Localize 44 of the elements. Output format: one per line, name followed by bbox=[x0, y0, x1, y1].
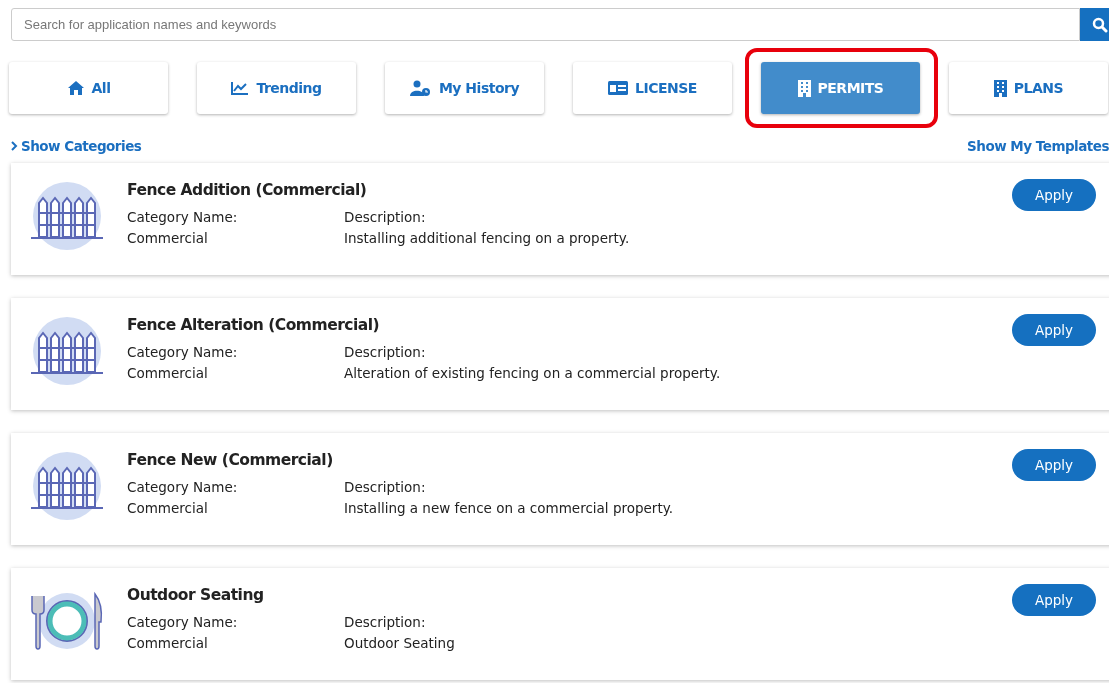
category-tab[interactable]: PLANS bbox=[949, 62, 1108, 114]
description-text: Outdoor Seating bbox=[344, 635, 455, 652]
search-icon bbox=[1092, 16, 1108, 33]
description-label: Description: bbox=[344, 479, 427, 496]
category-tab[interactable]: All bbox=[9, 62, 168, 114]
category-value: Commercial bbox=[127, 635, 209, 652]
application-title: Fence Addition (Commercial) bbox=[127, 181, 368, 199]
category-value: Commercial bbox=[127, 500, 209, 517]
description-text: Installing additional fencing on a property. bbox=[344, 230, 630, 247]
show-categories-link[interactable]: Show Categories bbox=[11, 138, 142, 154]
category-tab[interactable]: Trending bbox=[197, 62, 356, 114]
description-label: Description: bbox=[344, 344, 427, 361]
category-label: Category Name: bbox=[127, 344, 239, 361]
category-label: Category Name: bbox=[127, 209, 239, 226]
category-value: Commercial bbox=[127, 365, 209, 382]
apply-button[interactable]: Apply bbox=[1012, 314, 1096, 346]
apply-button[interactable]: Apply bbox=[1012, 179, 1096, 211]
description-text: Installing a new fence on a commercial property. bbox=[344, 500, 674, 517]
search-field[interactable]: Search for application names and keywords bbox=[11, 8, 1080, 41]
show-templates-link[interactable]: Show My Templates bbox=[967, 138, 1109, 154]
category-value: Commercial bbox=[127, 230, 209, 247]
category-tab[interactable]: PERMITS bbox=[761, 62, 920, 114]
application-title: Outdoor Seating bbox=[127, 586, 265, 604]
building-icon bbox=[993, 79, 1007, 97]
id-card-icon bbox=[608, 81, 629, 95]
application-title: Fence New (Commercial) bbox=[127, 451, 334, 469]
apply-button[interactable]: Apply bbox=[1012, 449, 1096, 481]
user-clock-icon bbox=[409, 80, 432, 96]
line-chart-icon bbox=[231, 81, 250, 95]
category-label: Category Name: bbox=[127, 614, 239, 631]
category-tab[interactable]: LICENSE bbox=[573, 62, 732, 114]
description-text: Alteration of existing fencing on a commercial property. bbox=[344, 365, 721, 382]
fence-icon bbox=[29, 316, 105, 386]
building-icon bbox=[797, 79, 811, 97]
category-tab[interactable]: My History bbox=[385, 62, 544, 114]
apply-button[interactable]: Apply bbox=[1012, 584, 1096, 616]
fence-icon bbox=[29, 451, 105, 521]
description-label: Description: bbox=[344, 614, 427, 631]
description-label: Description: bbox=[344, 209, 427, 226]
fence-icon bbox=[29, 181, 105, 251]
chevron-right-icon bbox=[11, 141, 18, 151]
home-icon bbox=[66, 80, 85, 96]
application-title: Fence Alteration (Commercial) bbox=[127, 316, 381, 334]
category-label: Category Name: bbox=[127, 479, 239, 496]
